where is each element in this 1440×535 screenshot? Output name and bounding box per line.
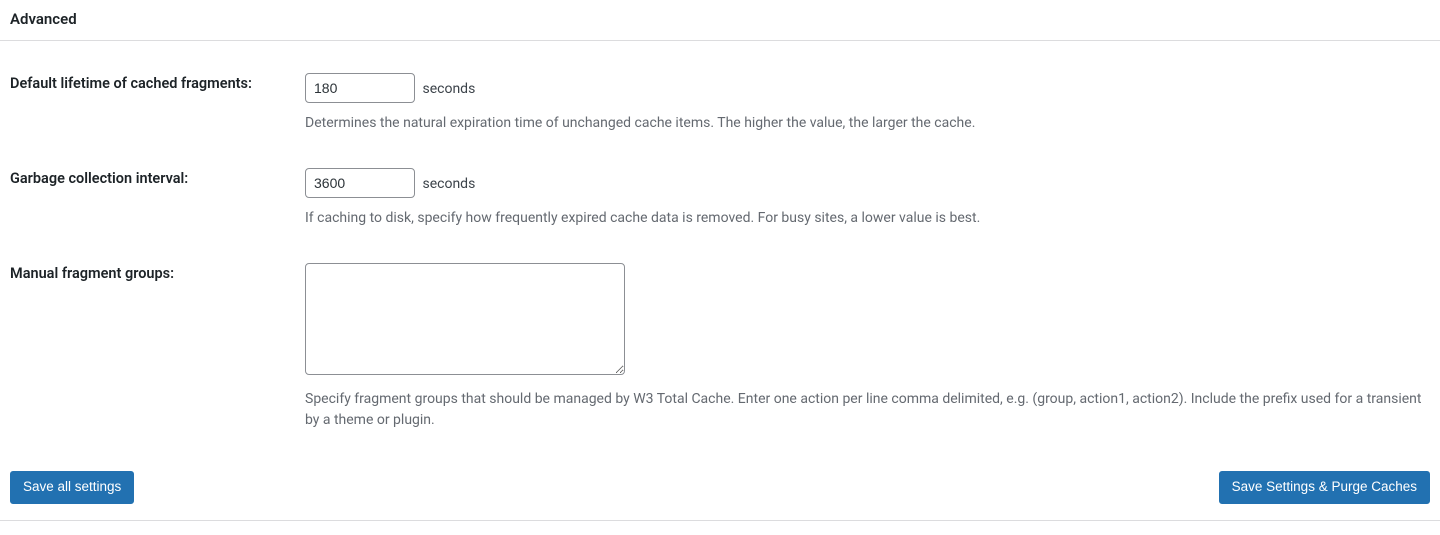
save-and-purge-button[interactable]: Save Settings & Purge Caches — [1219, 471, 1430, 504]
input-gc-interval[interactable] — [305, 168, 415, 198]
settings-form-table: Default lifetime of cached fragments: se… — [0, 59, 1440, 451]
label-manual-groups: Manual fragment groups: — [10, 265, 174, 282]
unit-gc-interval: seconds — [422, 176, 475, 192]
description-manual-groups: Specify fragment groups that should be m… — [305, 389, 1430, 431]
unit-default-lifetime: seconds — [422, 81, 475, 97]
section-title-advanced: Advanced — [0, 0, 1440, 41]
row-manual-groups: Manual fragment groups: Specify fragment… — [0, 249, 1440, 451]
row-gc-interval: Garbage collection interval: seconds If … — [0, 154, 1440, 249]
save-all-settings-button[interactable]: Save all settings — [10, 471, 134, 504]
description-gc-interval: If caching to disk, specify how frequent… — [305, 208, 1430, 229]
label-default-lifetime: Default lifetime of cached fragments: — [10, 75, 252, 92]
submit-bar: Save all settings Save Settings & Purge … — [0, 451, 1440, 521]
label-gc-interval: Garbage collection interval: — [10, 170, 188, 187]
input-manual-groups[interactable] — [305, 263, 625, 375]
description-default-lifetime: Determines the natural expiration time o… — [305, 113, 1430, 134]
row-default-lifetime: Default lifetime of cached fragments: se… — [0, 59, 1440, 154]
input-default-lifetime[interactable] — [305, 73, 415, 103]
